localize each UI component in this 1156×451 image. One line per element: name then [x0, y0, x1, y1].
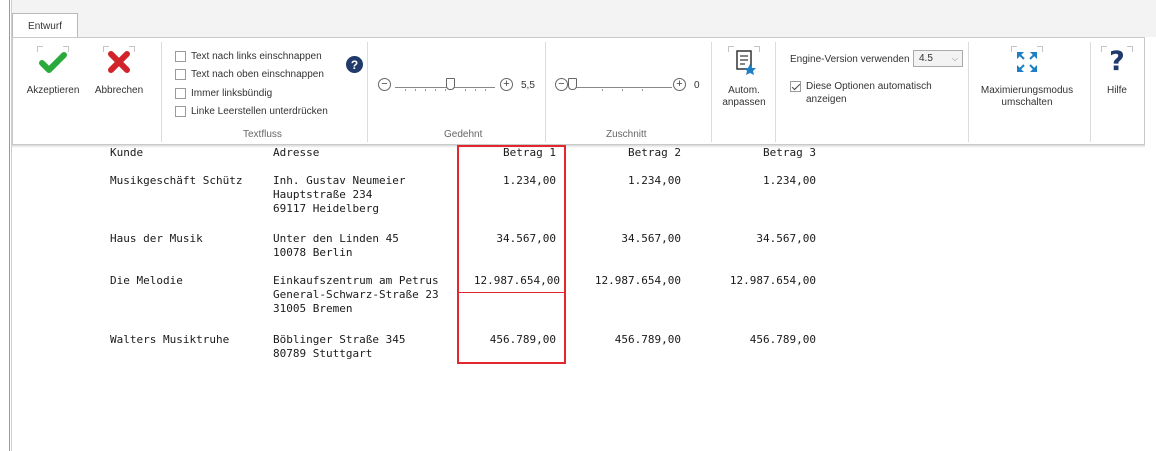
row-betrag-2: 456.789,00: [614, 333, 681, 346]
row-betrag-3: 12.987.654,00: [729, 274, 816, 287]
row-betrag-2: 12.987.654,00: [594, 274, 681, 287]
row-kunde: Die Melodie: [110, 274, 183, 287]
row-adresse-line: Hauptstraße 234: [273, 188, 373, 201]
report-designer: Entwurf Akzeptieren Abbrechen Text nach …: [0, 0, 1156, 451]
row-adresse-line: 80789 Stuttgart: [273, 347, 373, 360]
header-betrag-2: Betrag 2: [628, 146, 681, 159]
row-kunde: Musikgeschäft Schütz: [110, 174, 243, 187]
row-betrag-2: 1.234,00: [628, 174, 681, 187]
row-adresse-line: Inh. Gustav Neumeier: [273, 174, 406, 187]
row-betrag-3: 34.567,00: [756, 232, 816, 245]
row-adresse-line: Böblinger Straße 345: [273, 333, 406, 346]
row-adresse-line: Einkaufszentrum am Petrus: [273, 274, 439, 287]
row-kunde: Walters Musiktruhe: [110, 333, 230, 346]
header-adresse: Adresse: [273, 146, 320, 159]
selected-column-frame[interactable]: [457, 145, 566, 364]
row-adresse-line: 69117 Heidelberg: [273, 202, 379, 215]
selected-column-divider: [459, 292, 565, 293]
report-preview: Kunde Adresse Betrag 1 Betrag 2 Betrag 3…: [0, 0, 1156, 451]
row-adresse-line: 10078 Berlin: [273, 246, 353, 259]
row-betrag-3: 1.234,00: [763, 174, 816, 187]
row-betrag-3: 456.789,00: [749, 333, 816, 346]
header-kunde: Kunde: [110, 146, 144, 159]
row-kunde: Haus der Musik: [110, 232, 203, 245]
row-betrag-2: 34.567,00: [621, 232, 681, 245]
row-adresse-line: Unter den Linden 45: [273, 232, 399, 245]
row-adresse-line: General-Schwarz-Straße 23: [273, 288, 439, 301]
row-adresse-line: 31005 Bremen: [273, 302, 353, 315]
header-betrag-3: Betrag 3: [763, 146, 816, 159]
